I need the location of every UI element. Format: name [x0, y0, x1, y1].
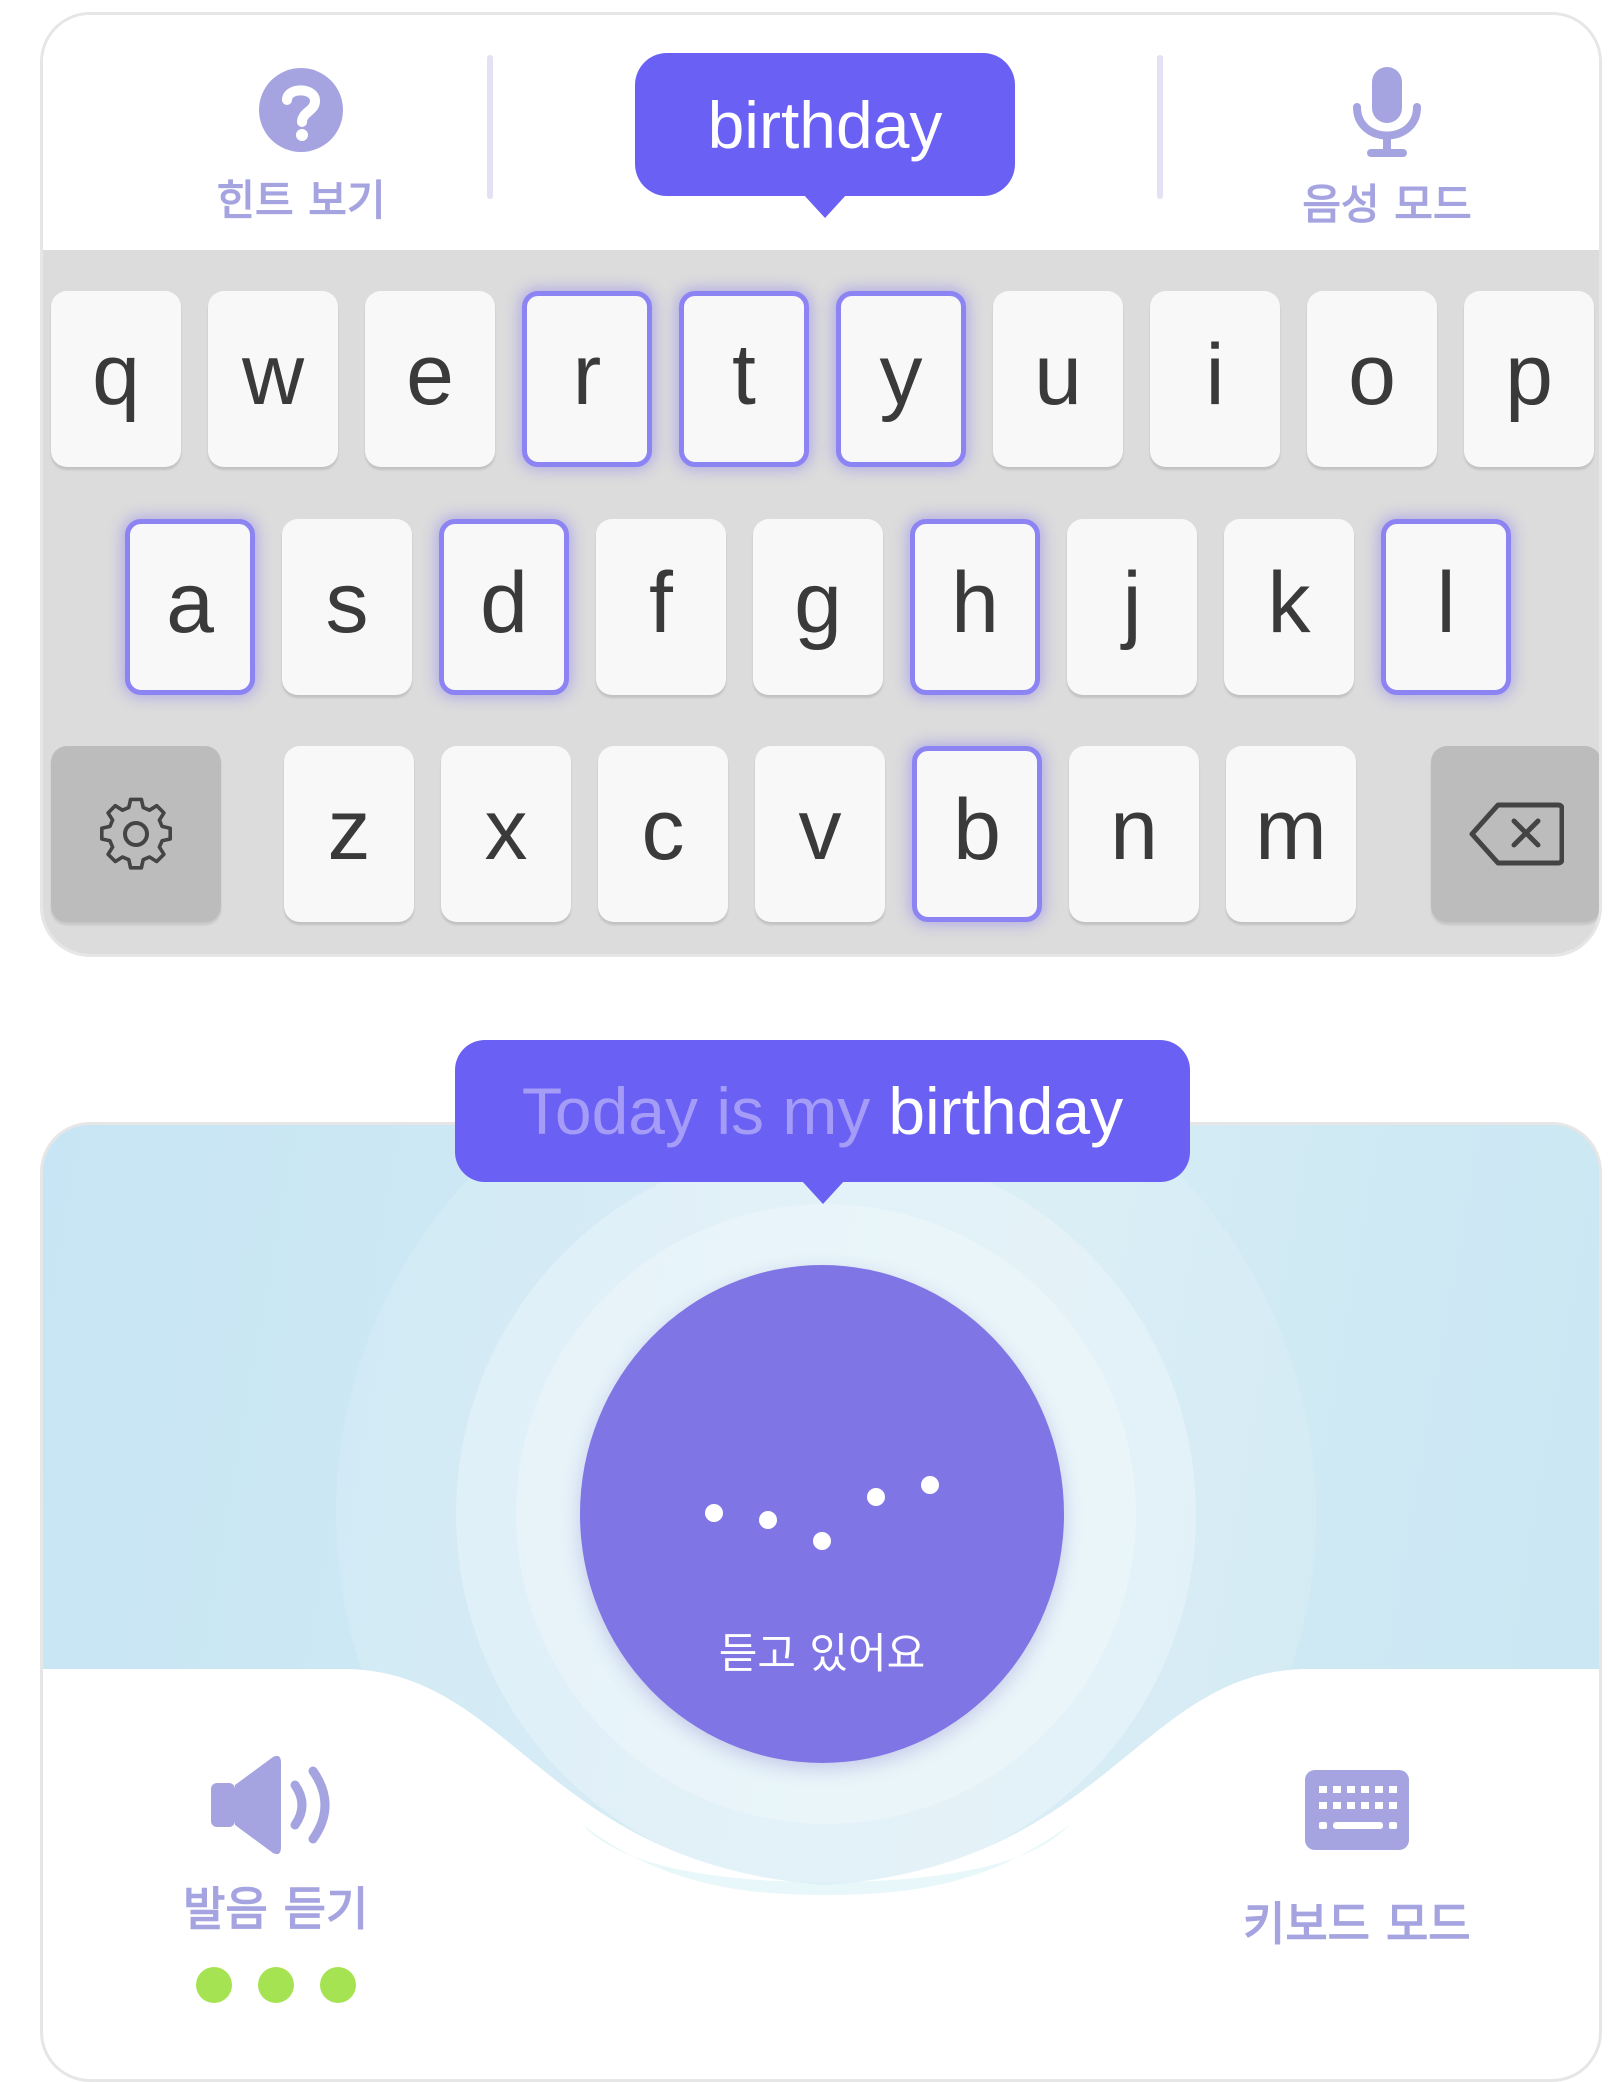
key-label: k [1267, 555, 1311, 651]
key-p[interactable]: p [1464, 291, 1594, 467]
voice-mode-label: 음성 모드 [1302, 180, 1472, 229]
toolbar-divider [1157, 55, 1163, 199]
key-g[interactable]: g [753, 519, 883, 695]
key-o[interactable]: o [1307, 291, 1437, 467]
key-label: h [951, 555, 999, 651]
key-s[interactable]: s [282, 519, 412, 695]
sentence-prefix: Today is my [521, 1074, 871, 1148]
listen-label: 발음 듣기 [183, 1882, 369, 1936]
key-label: a [166, 555, 214, 651]
target-word-bubble: birthday [635, 53, 1015, 196]
key-h[interactable]: h [910, 519, 1040, 695]
key-r[interactable]: r [522, 291, 652, 467]
hint-label: 힌트 보기 [216, 176, 386, 225]
key-c[interactable]: c [598, 746, 728, 922]
voice-wave-icon [705, 1476, 939, 1550]
key-label: t [732, 327, 756, 423]
voice-mode-button[interactable]: 음성 모드 [1287, 67, 1487, 237]
key-label: x [484, 782, 528, 878]
keyboard-mode-label: 키보드 모드 [1243, 1897, 1471, 1951]
key-label: b [953, 782, 1001, 878]
key-label: c [641, 782, 685, 878]
listening-mic-button[interactable]: 듣고 있어요 [580, 1265, 1064, 1763]
key-z[interactable]: z [284, 746, 414, 922]
key-label: m [1255, 782, 1327, 878]
sentence-target-word: birthday [888, 1074, 1124, 1148]
target-word: birthday [707, 87, 943, 162]
key-label: w [241, 327, 305, 423]
key-w[interactable]: w [208, 291, 338, 467]
key-label: n [1110, 782, 1158, 878]
gear-icon [96, 794, 176, 874]
key-l[interactable]: l [1381, 519, 1511, 695]
key-u[interactable]: u [993, 291, 1123, 467]
key-label: z [327, 782, 371, 878]
key-label: r [572, 327, 602, 423]
key-label: p [1505, 327, 1553, 423]
key-d[interactable]: d [439, 519, 569, 695]
key-label: v [798, 782, 842, 878]
keyboard-mode-button[interactable]: 키보드 모드 [1243, 1770, 1471, 1954]
keyboard-panel: 힌트 보기 birthday 음성 모드 q w e r t y u i o p a s d f g h j k l… [40, 12, 1602, 957]
progress-dot [319, 1967, 356, 2003]
key-n[interactable]: n [1069, 746, 1199, 922]
key-label: l [1436, 555, 1456, 651]
key-t[interactable]: t [679, 291, 809, 467]
key-label: j [1122, 555, 1142, 651]
key-label: e [406, 327, 454, 423]
settings-key[interactable] [51, 746, 221, 922]
hint-button[interactable]: 힌트 보기 [201, 67, 401, 237]
speaker-icon [210, 1755, 341, 1859]
key-v[interactable]: v [755, 746, 885, 922]
key-label: q [92, 327, 140, 423]
listen-pronunciation-button[interactable]: 발음 듣기 [183, 1755, 368, 2003]
key-label: s [325, 555, 369, 651]
key-label: u [1034, 327, 1082, 423]
progress-dots [195, 1967, 356, 2003]
keyboard-toolbar: 힌트 보기 birthday 음성 모드 [43, 15, 1599, 250]
key-b[interactable]: b [912, 746, 1042, 922]
key-a[interactable]: a [125, 519, 255, 695]
key-q[interactable]: q [51, 291, 181, 467]
toolbar-divider [487, 55, 493, 199]
key-e[interactable]: e [365, 291, 495, 467]
progress-dot [257, 1967, 294, 2003]
microphone-icon [1347, 67, 1427, 161]
key-label: o [1348, 327, 1396, 423]
key-label: f [649, 555, 673, 651]
key-label: g [794, 555, 842, 651]
key-label: i [1205, 327, 1225, 423]
key-y[interactable]: y [836, 291, 966, 467]
progress-dot [195, 1967, 232, 2003]
key-f[interactable]: f [596, 519, 726, 695]
key-label: y [879, 327, 923, 423]
key-x[interactable]: x [441, 746, 571, 922]
key-i[interactable]: i [1150, 291, 1280, 467]
sentence-bubble: Today is my birthday [455, 1040, 1190, 1182]
question-icon [258, 67, 344, 157]
listening-status: 듣고 있어요 [718, 1629, 926, 1678]
backspace-key[interactable] [1431, 746, 1599, 922]
key-m[interactable]: m [1226, 746, 1356, 922]
backspace-icon [1468, 801, 1564, 867]
key-j[interactable]: j [1067, 519, 1197, 695]
key-k[interactable]: k [1224, 519, 1354, 695]
key-label: d [480, 555, 528, 651]
keyboard-icon [1304, 1770, 1409, 1854]
keyboard-keys: q w e r t y u i o p a s d f g h j k l z x c v b n m [43, 250, 1599, 954]
